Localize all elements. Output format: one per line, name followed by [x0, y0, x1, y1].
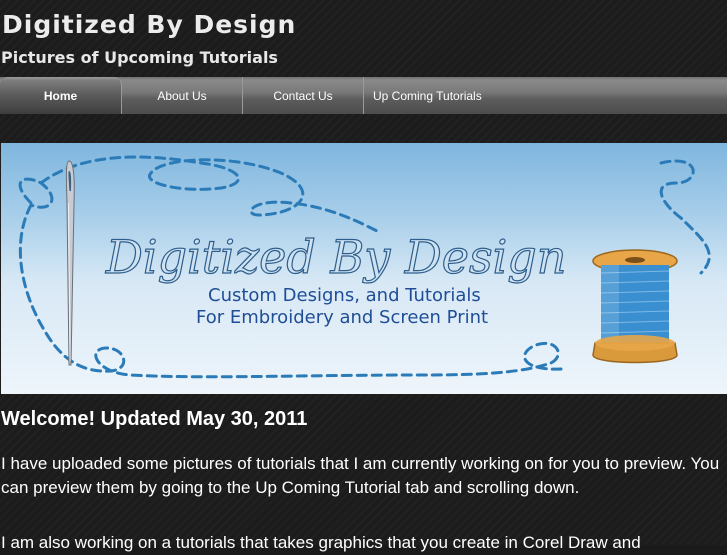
nav-item-label: About Us: [157, 88, 207, 103]
header-banner: Digitized By Design Custom Designs, and …: [1, 143, 727, 394]
second-paragraph: I am also working on a tutorials that ta…: [1, 533, 641, 552]
banner-tagline-line2: For Embroidery and Screen Print: [196, 307, 488, 328]
nav-item-label: Contact Us: [273, 88, 333, 103]
banner-tagline-line1: Custom Designs, and Tutorials: [208, 285, 481, 306]
needle-icon: [65, 160, 75, 366]
site-title[interactable]: Digitized By Design: [2, 10, 296, 39]
nav-item-about-us[interactable]: About Us: [122, 77, 243, 114]
site-header: Digitized By Design Pictures of Upcoming…: [0, 0, 727, 78]
nav-item-contact-us[interactable]: Contact Us: [243, 77, 364, 114]
intro-paragraph: I have uploaded some pictures of tutoria…: [1, 454, 720, 497]
nav-item-upcoming-tutorials[interactable]: Up Coming Tutorials: [364, 77, 504, 114]
nav-item-label: Up Coming Tutorials: [373, 88, 482, 103]
welcome-heading: Welcome! Updated May 30, 2011: [1, 408, 308, 430]
banner-title: Digitized By Design: [105, 230, 566, 284]
site-subtitle: Pictures of Upcoming Tutorials: [1, 48, 278, 67]
main-nav: Home About Us Contact Us Up Coming Tutor…: [0, 77, 727, 114]
thread-spool-icon: [592, 249, 678, 364]
nav-item-home[interactable]: Home: [0, 77, 122, 114]
banner-graphic: Digitized By Design Custom Designs, and …: [18, 155, 711, 379]
nav-item-label: Home: [43, 88, 78, 103]
